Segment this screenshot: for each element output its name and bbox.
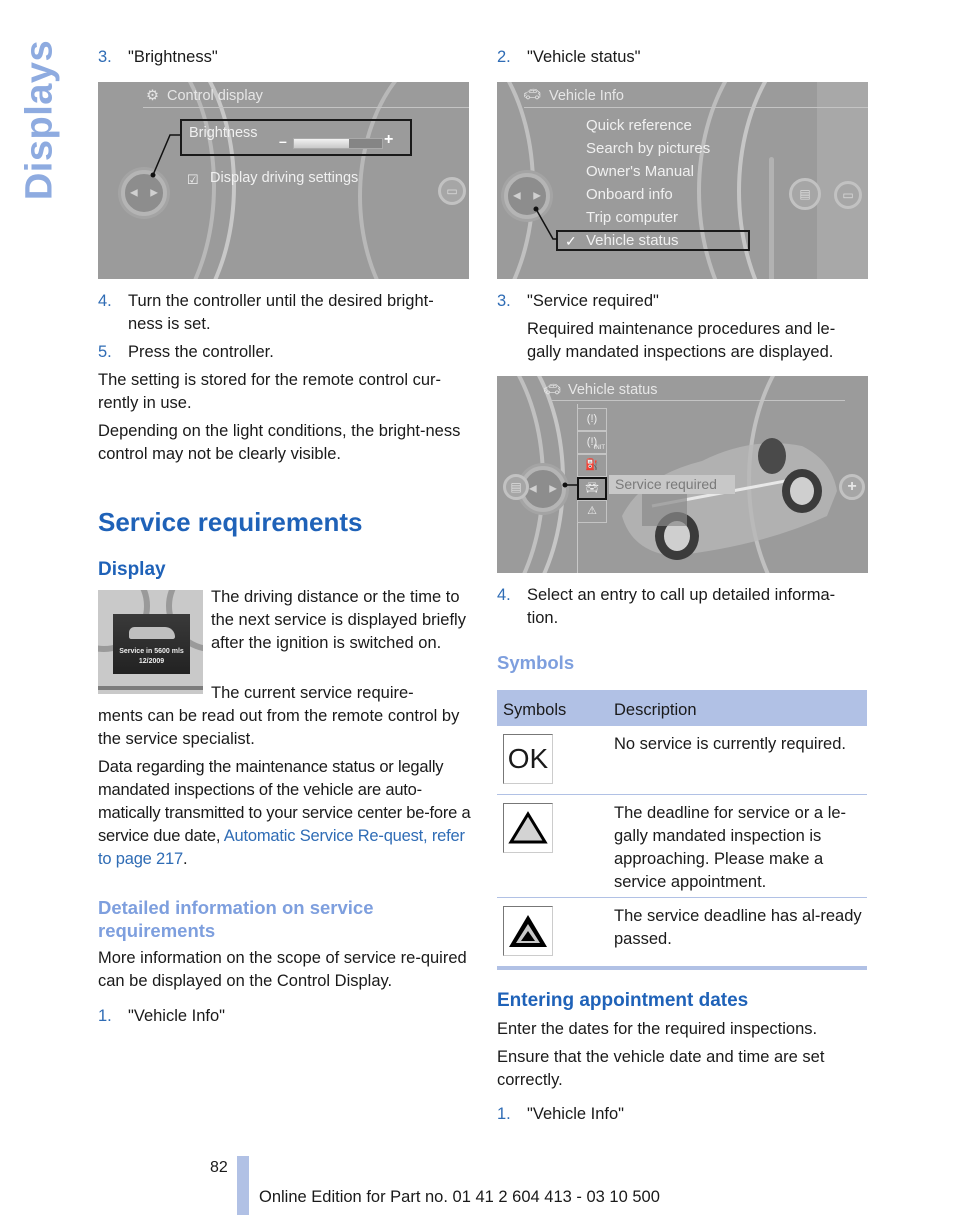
step-1-vehicle-info-right: 1. "Vehicle Info" (497, 1103, 624, 1126)
step-text: "Brightness" (128, 48, 218, 66)
step-number: 2. (497, 48, 511, 66)
split-screen-button-icon: ▭ (438, 177, 466, 205)
symbols-table: Symbols Description OK No service is cur… (497, 690, 867, 970)
step-text: Press the controller. (128, 343, 274, 361)
footer-accent-bar (237, 1156, 249, 1215)
split-screen-button-icon: ▭ (834, 181, 862, 209)
step-4-select-entry: 4. Select an entry to call up detailed in… (497, 584, 869, 630)
footer-edition: Online Edition for Part no. 01 41 2 604 … (259, 1188, 660, 1206)
vehicle-button-icon: ▤ (503, 474, 529, 500)
table-row: OK No service is currently required. (497, 726, 867, 795)
triangle-filled-icon (503, 906, 553, 956)
service-distance: Service in 5600 mls (119, 648, 184, 655)
appointment-paragraph-2: Ensure that the vehicle date and time ar… (497, 1048, 825, 1089)
table-header: Symbols Description (497, 690, 867, 726)
step-number: 1. (497, 1105, 511, 1123)
step-text: Turn the controller until the desired br… (128, 292, 434, 333)
display-paragraph-1: The driving distance or the time to the … (211, 588, 466, 652)
display-heading: Display (98, 559, 166, 580)
step-2-vehicle-status: 2. "Vehicle status" (497, 46, 641, 69)
step-number: 4. (98, 292, 112, 310)
service-required-description: Required maintenance procedures and le-g… (527, 320, 836, 361)
cluster-display: Service in 5600 mls 12/2009 (113, 614, 190, 674)
step-text: "Vehicle Info" (128, 1007, 226, 1025)
vehicle-info-screenshot: 🚗︎ Vehicle Info Quick reference Search by… (497, 82, 868, 279)
table-row: The deadline for service or a le-gally m… (497, 795, 867, 898)
chapter-title: Displays (18, 39, 61, 201)
paragraph-setting-stored: The setting is stored for the remote con… (98, 371, 441, 412)
car-icon (129, 627, 175, 639)
step-5: 5. Press the controller. (98, 341, 274, 364)
step-number: 1. (98, 1007, 112, 1025)
step-1-vehicle-info: 1. "Vehicle Info" (98, 1005, 225, 1028)
ok-symbol-icon: OK (503, 734, 553, 784)
detailed-info-heading: Detailed information on service requirem… (98, 897, 374, 941)
row-description: The service deadline has al-ready passed… (614, 907, 862, 948)
row-description: The deadline for service or a le-gally m… (614, 804, 847, 891)
paragraph-end: . (182, 850, 188, 868)
table-row: The service deadline has al-ready passed… (497, 898, 867, 970)
header-symbols: Symbols (503, 701, 567, 719)
instrument-cluster-image: Service in 5600 mls 12/2009 (98, 590, 203, 694)
header-description: Description (614, 701, 697, 719)
cluster-base (98, 686, 203, 690)
step-text: Select an entry to call up detailed info… (527, 586, 836, 627)
step-text: "Vehicle status" (527, 48, 641, 66)
symbols-heading: Symbols (497, 652, 575, 673)
appointment-paragraph-1: Enter the dates for the required inspect… (497, 1020, 818, 1038)
page-number: 82 (210, 1159, 228, 1176)
step-4: 4. Turn the controller until the desired … (98, 290, 470, 336)
step-3-brightness: 3. "Brightness" (98, 46, 218, 69)
paragraph-data-transmission: Data regarding the maintenance status or… (98, 756, 471, 871)
control-display-screenshot: ⚙ Control display Brightness – + ☑ Displ… (98, 82, 469, 279)
appointment-heading: Entering appointment dates (497, 990, 749, 1011)
chapter-side-tab: Displays (18, 39, 61, 201)
callout-line (562, 482, 577, 488)
display-paragraph-2-start: The current service require- (211, 684, 414, 702)
triangle-outline-icon (503, 803, 553, 853)
step-3-service-required: 3. "Service required" (497, 290, 659, 313)
row-description: No service is currently required. (614, 735, 846, 753)
section-title: Service requirements (98, 507, 363, 537)
callout-line (150, 134, 180, 178)
step-number: 4. (497, 586, 511, 604)
vehicle-status-screenshot: 🚗︎ Vehicle status (!) (!) INIT ⛽ 🚘︎ ⚠ Service… (497, 376, 868, 573)
plus-button-icon: + (839, 474, 865, 500)
paragraph-light-conditions: Depending on the light conditions, the b… (98, 422, 461, 463)
step-number: 3. (98, 48, 112, 66)
step-text: "Service required" (527, 292, 659, 310)
display-paragraph-2-rest: ments can be read out from the remote co… (98, 707, 460, 748)
vehicle-status-button-icon: ▤ (789, 178, 821, 210)
service-date: 12/2009 (138, 658, 165, 665)
detailed-info-paragraph: More information on the scope of service… (98, 949, 467, 990)
step-text: "Vehicle Info" (527, 1105, 625, 1123)
step-number: 3. (497, 292, 511, 310)
step-number: 5. (98, 343, 112, 361)
